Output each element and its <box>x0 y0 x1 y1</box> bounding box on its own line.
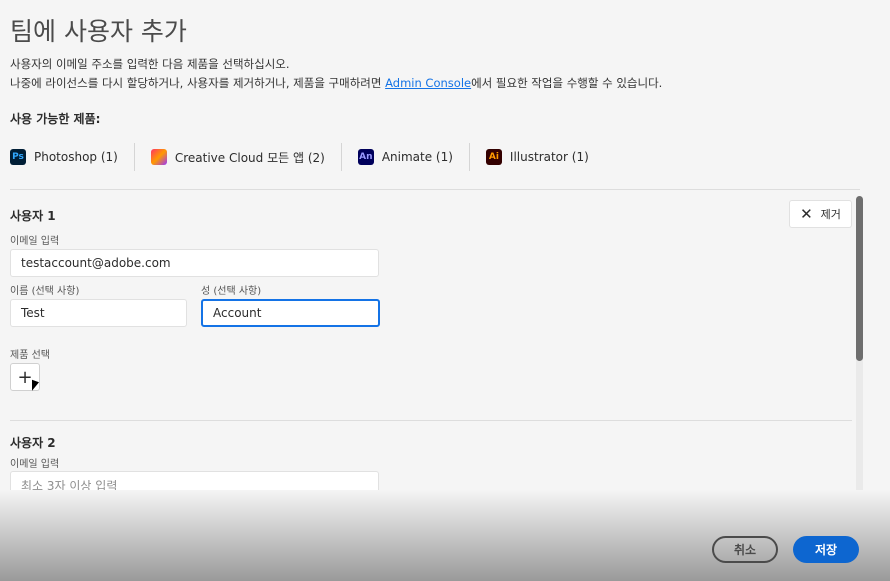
scrollbar-thumb[interactable] <box>856 196 863 361</box>
first-name-label: 이름 (선택 사항) <box>10 286 80 297</box>
divider <box>10 189 860 190</box>
user1-title: 사용자 1 <box>10 209 56 223</box>
product-list: Ps Photoshop (1) Creative Cloud 모든 앱 (2) … <box>10 143 621 171</box>
animate-icon: An <box>357 149 374 165</box>
desc-text: 나중에 라이선스를 다시 할당하거나, 사용자를 제거하거나, 제품을 구매하려… <box>10 76 386 90</box>
email-label: 이메일 입력 <box>10 459 60 470</box>
product-select-label: 제품 선택 <box>10 350 50 361</box>
email-field[interactable]: testaccount@adobe.com <box>10 249 379 277</box>
photoshop-icon: Ps <box>10 149 26 165</box>
last-name-field[interactable]: Account <box>201 299 380 327</box>
mouse-cursor-icon <box>32 379 39 394</box>
product-illustrator: Ai Illustrator (1) <box>485 143 605 171</box>
product-creative-cloud: Creative Cloud 모든 앱 (2) <box>150 143 342 171</box>
last-name-label: 성 (선택 사항) <box>201 286 262 297</box>
save-button[interactable]: 저장 <box>793 536 859 563</box>
admin-console-link[interactable]: Admin Console <box>385 76 471 90</box>
divider <box>10 420 852 421</box>
product-animate: An Animate (1) <box>357 143 470 171</box>
desc-text: 에서 필요한 작업을 수행할 수 있습니다. <box>471 76 663 90</box>
illustrator-icon: Ai <box>485 149 502 165</box>
user2-title: 사용자 2 <box>10 436 56 450</box>
email-label: 이메일 입력 <box>10 236 60 247</box>
remove-user-button[interactable]: ✕ 제거 <box>789 200 852 228</box>
product-label: Animate (1) <box>381 150 453 164</box>
product-photoshop: Ps Photoshop (1) <box>10 143 135 171</box>
first-name-field[interactable]: Test <box>10 299 187 327</box>
product-label: Illustrator (1) <box>509 150 589 164</box>
product-label: Photoshop (1) <box>34 150 118 164</box>
page-title: 팀에 사용자 추가 <box>10 17 187 46</box>
cancel-button[interactable]: 취소 <box>712 536 778 563</box>
description-line2: 나중에 라이선스를 다시 할당하거나, 사용자를 제거하거나, 제품을 구매하려… <box>10 75 662 91</box>
available-products-label: 사용 가능한 제품: <box>10 112 101 126</box>
close-icon: ✕ <box>800 205 813 223</box>
remove-label: 제거 <box>820 208 841 221</box>
description-line1: 사용자의 이메일 주소를 입력한 다음 제품을 선택하십시오. <box>10 57 290 71</box>
creative-cloud-icon <box>150 149 167 165</box>
product-label: Creative Cloud 모든 앱 (2) <box>174 150 325 165</box>
plus-icon: + <box>17 366 33 388</box>
